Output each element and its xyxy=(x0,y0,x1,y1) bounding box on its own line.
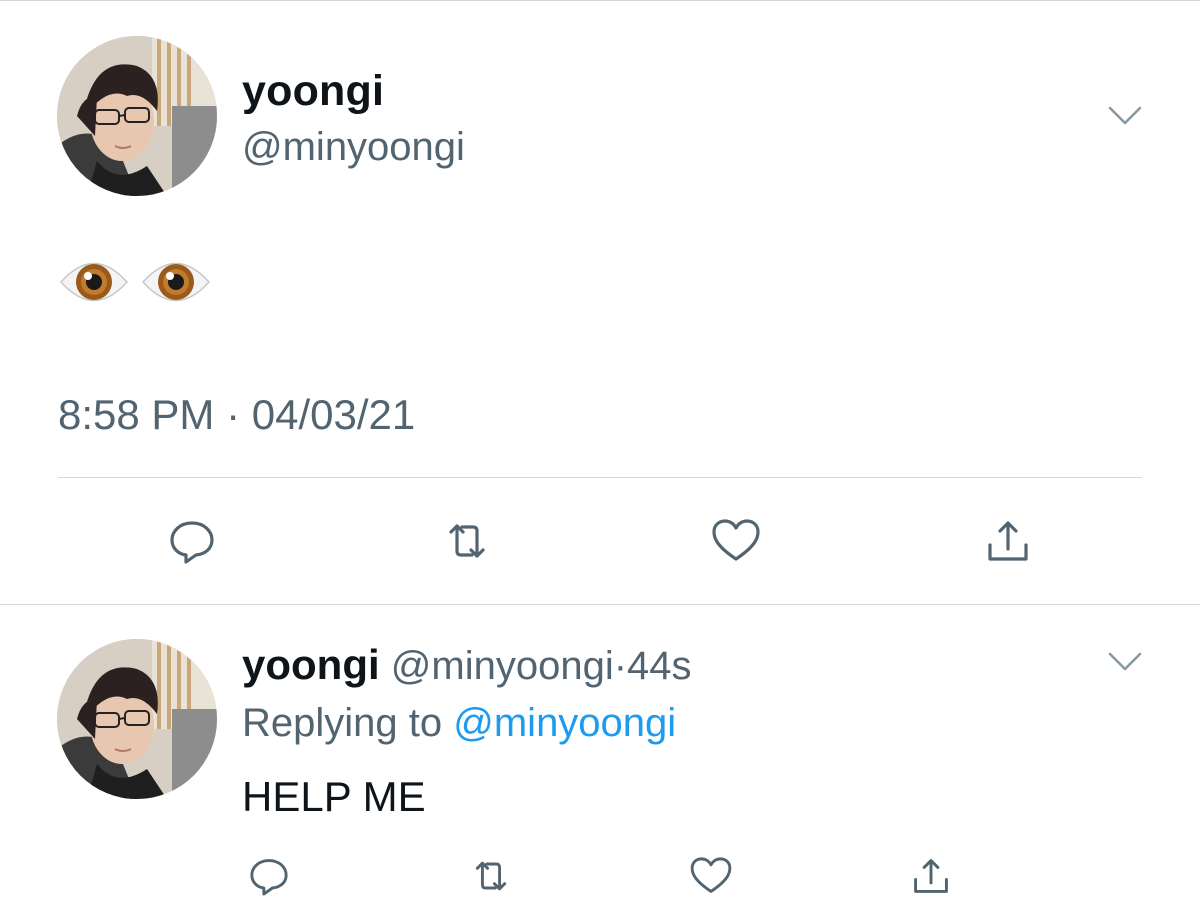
reply-tweet-time[interactable]: 44s xyxy=(627,644,692,688)
like-button[interactable] xyxy=(686,851,736,901)
retweet-button[interactable] xyxy=(466,851,516,901)
reply-button[interactable] xyxy=(244,851,294,901)
reply-tweet-text: HELP ME xyxy=(242,773,426,820)
replying-to-line: Replying to @minyoongi xyxy=(242,701,676,746)
retweet-button[interactable] xyxy=(437,513,497,569)
reply-icon xyxy=(170,521,214,564)
more-options-chevron-down-icon[interactable] xyxy=(1107,105,1143,127)
divider xyxy=(58,477,1142,478)
main-tweet-avatar[interactable] xyxy=(57,36,217,196)
main-tweet-text xyxy=(58,251,212,313)
avatar-image xyxy=(57,36,217,196)
replying-to-mention-link[interactable]: @minyoongi xyxy=(453,701,676,745)
tweet-detail-page: yoongi @minyoongi 8:58 PM · 04/03/21 yoo… xyxy=(0,0,1200,919)
reply-button[interactable] xyxy=(162,513,222,569)
reply-tweet-avatar[interactable] xyxy=(57,639,217,799)
eye-emoji-icon xyxy=(58,251,130,313)
retweet-icon xyxy=(475,861,507,891)
avatar-image xyxy=(57,639,217,799)
main-tweet-display-name[interactable]: yoongi xyxy=(242,67,384,116)
heart-icon xyxy=(712,519,760,561)
main-tweet-handle[interactable]: @minyoongi xyxy=(242,125,465,170)
divider xyxy=(0,604,1200,605)
reply-tweet-display-name[interactable]: yoongi xyxy=(242,641,380,688)
reply-icon xyxy=(250,859,288,896)
main-tweet-timestamp[interactable]: 8:58 PM · 04/03/21 xyxy=(58,391,415,439)
separator-dot: · xyxy=(613,644,628,688)
heart-icon xyxy=(690,857,732,893)
like-button[interactable] xyxy=(706,513,766,569)
share-icon xyxy=(914,859,948,893)
share-button[interactable] xyxy=(978,513,1038,569)
eye-emoji-icon xyxy=(140,251,212,313)
replying-to-label: Replying to xyxy=(242,701,443,745)
more-options-chevron-down-icon[interactable] xyxy=(1107,651,1143,673)
reply-tweet-header: yoongi @minyoongi·44s xyxy=(242,641,692,689)
share-icon xyxy=(988,521,1028,561)
reply-tweet-handle[interactable]: @minyoongi xyxy=(391,644,614,688)
retweet-icon xyxy=(449,524,485,558)
share-button[interactable] xyxy=(906,851,956,901)
